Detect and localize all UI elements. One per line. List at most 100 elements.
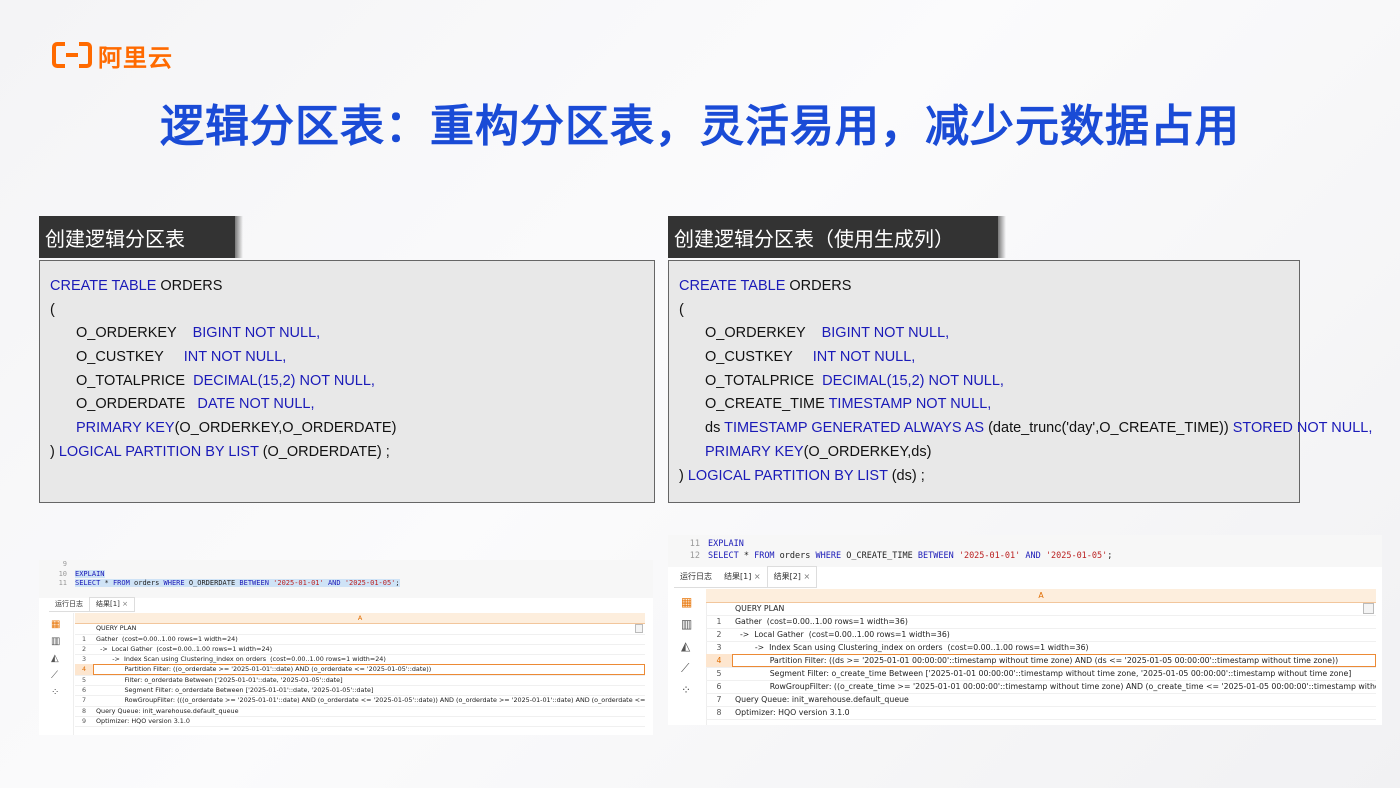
sql-keyword: SELECT: [708, 551, 739, 561]
table-row[interactable]: 3 -> Index Scan using Clustering_index o…: [706, 641, 1376, 655]
cell-value: -> Index Scan using Clustering_index on …: [96, 655, 386, 664]
bar-chart-icon[interactable]: ▥: [51, 636, 60, 647]
sql-text: ORDERS: [785, 278, 852, 294]
sql-string: '2025-01-05': [344, 579, 396, 587]
code-line: O_CREATE_TIME TIMESTAMP NOT NULL,: [679, 393, 1289, 417]
table-row[interactable]: 4 Partition Filter: ((ds >= '2025-01-01 …: [706, 654, 1376, 668]
tab-label: 结果[2]: [773, 572, 801, 581]
sql-keyword: LOGICAL PARTITION BY LIST: [58, 443, 259, 460]
tab-close-icon[interactable]: ×: [120, 600, 128, 608]
row-number: 8: [716, 708, 722, 717]
query-plan-header-row[interactable]: QUERY PLAN: [706, 602, 1376, 616]
sql-text: O_TOTALPRICE: [76, 372, 186, 389]
aliyun-logo: 阿里云: [52, 40, 173, 72]
table-icon[interactable]: ▦: [51, 619, 60, 630]
sql-text: ): [50, 443, 59, 460]
bar-chart-icon[interactable]: ▥: [681, 617, 692, 631]
sql-keyword: WHERE: [163, 579, 185, 587]
sql-editor[interactable]: 9 10 EXPLAIN 11 SELECT * FROM orders WHERE O…: [39, 560, 653, 598]
sql-keyword: LOGICAL PARTITION BY LIST: [687, 467, 888, 484]
code-line: PRIMARY KEY(O_ORDERKEY,O_ORDERDATE): [50, 417, 644, 441]
editor-code: SELECT * FROM orders WHERE O_ORDERDATE B…: [75, 579, 400, 587]
row-number: 7: [81, 696, 87, 705]
column-header-a[interactable]: A: [706, 589, 1376, 603]
editor-code: EXPLAIN: [75, 569, 105, 578]
right-query-result-panel: 11 EXPLAIN 12 SELECT * FROM orders WHERE O_…: [668, 535, 1382, 725]
code-line: ds TIMESTAMP GENERATED ALWAYS AS (date_t…: [679, 417, 1372, 441]
table-row[interactable]: 1 Gather (cost=0.00..1.00 rows=1 width=36…: [706, 615, 1376, 629]
cell-value: Segment Filter: o_orderdate Between ['20…: [96, 686, 374, 695]
sql-text: ORDERS: [156, 278, 223, 294]
sql-text: orders: [774, 551, 816, 561]
result-tab[interactable]: 结果[2] ×: [766, 566, 818, 587]
area-chart-icon[interactable]: ◭: [51, 653, 59, 664]
area-chart-icon[interactable]: ◭: [681, 639, 690, 653]
left-section-label: 创建逻辑分区表: [39, 216, 243, 258]
code-line: O_ORDERDATE DATE NOT NULL,: [50, 393, 644, 417]
scatter-chart-icon[interactable]: ⁘: [51, 687, 59, 698]
row-number: 4: [75, 664, 93, 675]
cell-value: -> Local Gather (cost=0.00..1.00 rows=1 …: [96, 644, 273, 653]
sql-keyword: FROM: [112, 579, 130, 587]
sql-text: *: [738, 551, 755, 561]
table-icon[interactable]: ▦: [681, 595, 692, 609]
code-line: ) LOGICAL PARTITION BY LIST (ds) ;: [679, 465, 1289, 489]
code-line: CREATE TABLE ORDERS: [679, 275, 1289, 299]
sql-keyword: CREATE TABLE: [50, 278, 157, 294]
sql-text: ): [679, 467, 688, 484]
table-row[interactable]: 7 Query Queue: init_warehouse.default_que…: [706, 693, 1376, 707]
code-line: CREATE TABLE ORDERS: [50, 275, 644, 299]
sql-keyword: SELECT: [75, 579, 101, 587]
query-plan-grid: QUERY PLAN 1 Gather (cost=0.00..1.00 rows=…: [706, 602, 1376, 725]
column-filter-checkbox[interactable]: [1363, 603, 1374, 614]
sql-string: '2025-01-01': [958, 551, 1021, 561]
row-number: [706, 602, 732, 615]
result-tab[interactable]: 运行日志: [674, 567, 718, 587]
sql-keyword: STORED NOT NULL,: [1232, 420, 1373, 437]
line-number: 11: [689, 539, 700, 549]
chart-type-toolbar: ▦ ▥ ◭ ⟋ ⁘: [668, 589, 707, 725]
tab-label: 结果[1]: [96, 600, 120, 608]
result-tab[interactable]: 结果[1] ×: [89, 597, 136, 611]
code-line: O_ORDERKEY BIGINT NOT NULL,: [679, 322, 1289, 346]
table-row[interactable]: 8 Optimizer: HQO version 3.1.0: [706, 706, 1376, 720]
aliyun-logo-icon: [52, 42, 92, 68]
sql-text: O_ORDERDATE: [184, 579, 240, 587]
result-tab[interactable]: 结果[1] ×: [718, 567, 767, 587]
table-row[interactable]: 5 Segment Filter: o_create_time Between …: [706, 667, 1376, 681]
row-number: 1: [716, 617, 722, 626]
tab-label: 运行日志: [55, 600, 83, 608]
sql-keyword: DECIMAL(15,2) NOT NULL,: [193, 372, 375, 389]
editor-line: 11 EXPLAIN: [668, 538, 744, 550]
code-line: O_CUSTKEY INT NOT NULL,: [679, 346, 1289, 370]
tab-close-icon[interactable]: ×: [801, 572, 810, 581]
sql-keyword: PRIMARY KEY: [76, 420, 175, 437]
column-filter-checkbox[interactable]: [634, 624, 643, 633]
table-row[interactable]: 6 RowGroupFilter: ((o_create_time >= '20…: [706, 680, 1376, 694]
line-chart-icon[interactable]: ⟋: [51, 670, 58, 681]
sql-text: orders: [129, 579, 164, 587]
result-tab[interactable]: 运行日志: [49, 598, 89, 611]
code-line: O_TOTALPRICE DECIMAL(15,2) NOT NULL,: [679, 370, 1289, 394]
editor-code: EXPLAIN: [708, 539, 744, 549]
scatter-chart-icon[interactable]: ⁘: [681, 683, 691, 697]
table-row[interactable]: 9 Optimizer: HQO version 3.1.0: [75, 716, 645, 728]
sql-editor[interactable]: 11 EXPLAIN 12 SELECT * FROM orders WHERE O_…: [668, 535, 1382, 567]
sql-keyword: INT NOT NULL,: [812, 349, 916, 366]
left-code-block: CREATE TABLE ORDERS (O_ORDERKEY BIGINT NO…: [39, 260, 655, 503]
line-chart-icon[interactable]: ⟋: [681, 661, 689, 676]
row-number: 2: [81, 644, 87, 653]
tab-close-icon[interactable]: ×: [751, 572, 761, 581]
sql-keyword: EXPLAIN: [75, 569, 105, 578]
sql-text: (ds) ;: [887, 467, 925, 484]
row-number: 1: [81, 634, 87, 643]
sql-text: O_TOTALPRICE: [705, 372, 815, 389]
sql-keyword: BIGINT NOT NULL,: [192, 325, 321, 342]
table-row[interactable]: 2 -> Local Gather (cost=0.00..1.00 rows=…: [706, 628, 1376, 642]
